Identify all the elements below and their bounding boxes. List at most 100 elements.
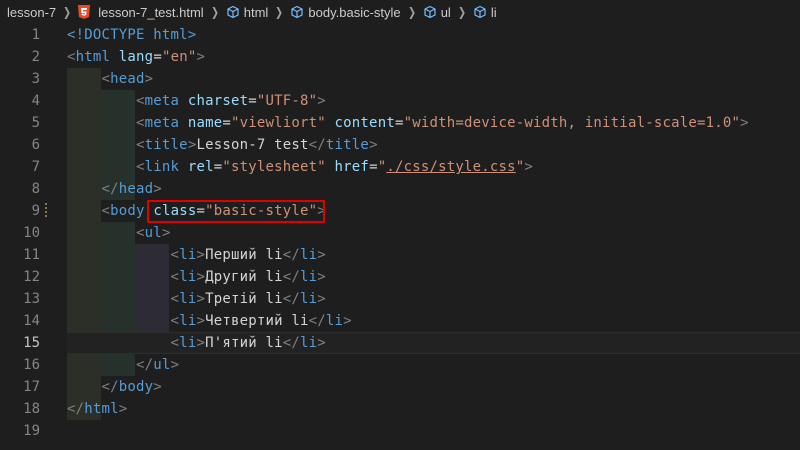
code-line[interactable]: 7 <link rel="stylesheet" href="./css/sty…	[0, 156, 800, 178]
code-line[interactable]: 13 <li>Третій li</li>	[0, 288, 800, 310]
line-number: 5	[31, 115, 40, 131]
breadcrumb-file[interactable]: lesson-7_test.html	[78, 5, 204, 20]
code-text: </ul>	[67, 354, 179, 376]
code-token: =	[222, 115, 231, 131]
code-text: <li>Четвертий li</li>	[67, 310, 352, 332]
code-line[interactable]: 18 </html>	[0, 398, 800, 420]
code-text: <li>Третій li</li>	[67, 288, 326, 310]
code-token: <	[101, 203, 111, 219]
cube-icon	[423, 5, 437, 19]
code-token: >	[524, 159, 534, 175]
code-line[interactable]: 4 <meta charset="UTF-8">	[0, 90, 800, 112]
code-editor[interactable]: lesson-7 ❯ lesson-7_test.html ❯ html ❯ b	[0, 0, 800, 450]
code-line[interactable]: 17 </body>	[0, 376, 800, 398]
code-line[interactable]: 6 <title>Lesson-7 test</title>	[0, 134, 800, 156]
code-text: <title>Lesson-7 test</title>	[67, 134, 378, 156]
line-number: 4	[31, 93, 40, 109]
code-area[interactable]: 1 <!DOCTYPE html> 2 <html lang="en"> 3 <head…	[0, 24, 800, 450]
breadcrumb-symbol-ul[interactable]: ul	[423, 5, 451, 20]
code-line[interactable]: 3 <head>	[0, 68, 800, 90]
line-number: 9	[31, 203, 40, 219]
code-token: Третій li	[205, 291, 283, 307]
code-text: <head>	[67, 68, 154, 90]
breadcrumb-symbol-body[interactable]: body.basic-style	[290, 5, 401, 20]
code-token: <	[67, 49, 76, 65]
code-line[interactable]: 9 <body class="basic-style">	[0, 200, 800, 222]
breadcrumb-folder[interactable]: lesson-7	[7, 5, 56, 20]
code-text: <li>П'ятий li</li>	[67, 332, 326, 354]
code-token: >	[317, 291, 326, 307]
code-token: >	[196, 335, 206, 351]
code-token: ul	[153, 357, 171, 373]
code-token: </	[282, 247, 301, 263]
code-text: </head>	[67, 178, 162, 200]
line-number: 1	[31, 27, 40, 43]
code-line[interactable]: 12 <li>Другий li</li>	[0, 266, 800, 288]
code-token: li	[179, 291, 197, 307]
code-line[interactable]: 1 <!DOCTYPE html>	[0, 24, 800, 46]
breadcrumb-folder-label: lesson-7	[7, 4, 57, 20]
code-token: lang	[118, 49, 154, 65]
code-token: body	[118, 379, 154, 395]
code-token: <	[136, 115, 145, 131]
code-token: head	[118, 181, 154, 197]
code-text: </html>	[67, 398, 127, 420]
code-token: meta	[144, 93, 180, 109]
code-token: <	[136, 159, 145, 175]
breadcrumb-symbol-li[interactable]: li	[473, 5, 497, 20]
code-token: >	[196, 313, 206, 329]
line-number: 12	[23, 269, 40, 285]
code-token: </	[282, 291, 301, 307]
breadcrumb-file-label: lesson-7_test.html	[98, 4, 204, 20]
code-token: li	[300, 269, 318, 285]
cube-icon	[290, 5, 304, 19]
code-line[interactable]: 14 <li>Четвертий li</li>	[0, 310, 800, 332]
code-token: =	[369, 159, 378, 175]
code-token: >	[170, 357, 180, 373]
code-token: <	[170, 269, 180, 285]
code-token: >	[196, 269, 206, 285]
code-token: Lesson-7 test	[196, 137, 309, 153]
code-token: >	[740, 115, 749, 131]
code-token: head	[110, 71, 145, 87]
code-line[interactable]: 2 <html lang="en">	[0, 46, 800, 68]
code-token: >	[153, 181, 162, 197]
code-token: <	[170, 291, 180, 307]
code-token: "stylesheet"	[222, 159, 326, 175]
code-token: li	[179, 269, 197, 285]
code-token: html	[75, 49, 111, 65]
line-number: 19	[23, 423, 40, 439]
code-token: name	[187, 115, 223, 131]
breadcrumb-symbol-label: html	[243, 4, 269, 20]
code-token: <	[136, 137, 145, 153]
code-line[interactable]: 19	[0, 420, 800, 442]
code-token: "UTF-8"	[256, 93, 318, 109]
code-line[interactable]: 5 <meta name="viewliort" content="width=…	[0, 112, 800, 134]
code-text: </body>	[67, 376, 162, 398]
code-line[interactable]: 10 <ul>	[0, 222, 800, 244]
code-token: <	[101, 71, 111, 87]
code-line[interactable]: 11 <li>Перший li</li>	[0, 244, 800, 266]
code-token: >	[118, 401, 128, 417]
code-token: link	[144, 159, 180, 175]
code-token: >	[196, 291, 206, 307]
code-token: title	[325, 137, 370, 153]
code-token: href	[334, 159, 370, 175]
breadcrumb-symbol-html[interactable]: html	[226, 4, 269, 20]
code-line[interactable]: 16 </ul>	[0, 354, 800, 376]
code-line[interactable]: 15 <li>П'ятий li</li>	[0, 332, 800, 354]
code-line[interactable]: 8 </head>	[0, 178, 800, 200]
code-token: =	[153, 49, 162, 65]
code-token: "en"	[161, 49, 197, 65]
